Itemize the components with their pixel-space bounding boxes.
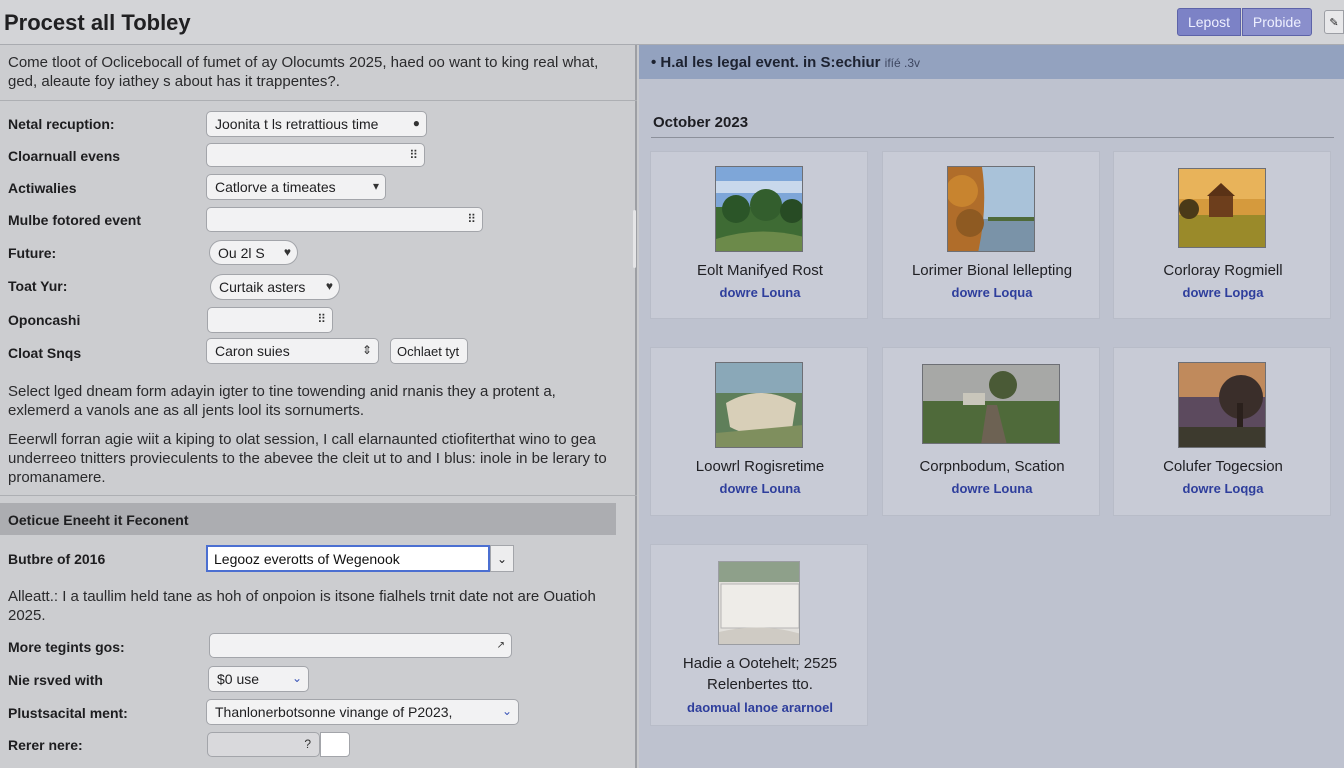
event-thumbnail <box>718 561 800 645</box>
heart-icon: ♥ <box>283 245 291 259</box>
divider <box>0 495 637 496</box>
probide-button[interactable]: Probide <box>1242 8 1312 36</box>
field-value: $0 use <box>217 671 260 687</box>
vinange-select[interactable]: Thanlonerbotsonne vinange of P2023, ⌄ <box>206 699 519 725</box>
event-thumbnail <box>715 362 803 448</box>
event-title: Lorimer Bional lellepting <box>911 262 1073 279</box>
top-bar: Procest all Tobley Lepost Probide ✎ <box>0 0 1344 45</box>
toat-select[interactable]: Curtaik asters ♥ <box>210 274 340 300</box>
grip-icon: ⠿ <box>409 148 418 162</box>
help-icon: ? <box>304 737 311 751</box>
field-label: Toat Yur: <box>8 278 68 294</box>
event-title: Hadie a Ootehelt; 2525 Relenbertes tto. <box>682 655 838 693</box>
reception-select[interactable]: Joonita t ls retrattious time ● <box>206 111 427 137</box>
field-label: Plustsacital ment: <box>8 705 128 721</box>
chevron-down-icon: ▾ <box>372 179 379 193</box>
event-link[interactable]: dowre Loqua <box>883 285 1101 300</box>
field-value: Caron suies <box>215 343 290 359</box>
section-title: Oeticue Eneeht it Feconent <box>0 503 616 535</box>
event-thumbnail <box>1178 362 1266 448</box>
dot-icon: ● <box>412 116 420 130</box>
events-header-title: • H.al les legal event. in S:echiur <box>651 54 881 71</box>
activities-select[interactable]: Catlorve a timeates ▾ <box>206 174 386 200</box>
field-value: Ou 2l S <box>218 244 265 261</box>
field-label: Rerer nere: <box>8 737 83 753</box>
event-link[interactable]: dowre Loqga <box>1114 481 1332 496</box>
field-value: Curtaik asters <box>219 279 306 295</box>
event-link[interactable]: dowre Lopga <box>1114 285 1332 300</box>
featured-event-input[interactable]: ⠿ <box>206 207 483 232</box>
field-label: Nie rsved with <box>8 672 103 688</box>
object-button[interactable]: Ochlaet tyt <box>390 338 468 364</box>
event-thumbnail <box>947 166 1035 252</box>
event-thumbnail <box>1178 168 1266 248</box>
field-label: Butbre of 2016 <box>8 551 106 567</box>
chevron-down-icon: ⌄ <box>291 671 302 685</box>
note-text: Alleatt.: I a taullim held tane as hoh o… <box>8 588 596 624</box>
heart-icon: ♥ <box>325 279 333 293</box>
event-card[interactable]: Lorimer Bional lellepting dowre Loqua <box>882 151 1100 319</box>
description-text: Select lged dneam form adayin igter to t… <box>8 383 556 419</box>
field-value: Thanlonerbotsonne vinange of P2023, <box>215 704 453 720</box>
form-pane: Come tloot of Oclicebocall of fumet of a… <box>0 45 637 768</box>
oponcashi-input[interactable]: ⠿ <box>207 307 333 333</box>
snqs-select[interactable]: Caron suies ⇕ <box>206 338 379 364</box>
toggle-switch[interactable] <box>320 732 350 757</box>
updown-icon: ⇕ <box>361 343 372 357</box>
event-card[interactable]: Corloray Rogmiell dowre Lopga <box>1113 151 1331 319</box>
divider <box>651 137 1334 138</box>
field-label: Future: <box>8 245 57 261</box>
event-title: Colufer Togecsion <box>1163 458 1283 475</box>
rerer-input[interactable]: ? <box>207 732 320 757</box>
event-thumbnail <box>715 166 803 252</box>
chevron-down-icon[interactable]: ⌄ <box>490 545 514 572</box>
field-label: Cloat Snqs <box>8 345 82 361</box>
event-thumbnail <box>922 364 1060 444</box>
app-title: Procest all Tobley <box>4 10 191 35</box>
event-link[interactable]: dowre Louna <box>883 481 1101 496</box>
event-title: Corloray Rogmiell <box>1163 262 1283 279</box>
divider <box>0 100 637 101</box>
intro-text: Come tloot of Oclicebocall of fumet of a… <box>8 54 599 90</box>
chevron-down-icon: ⌄ <box>501 704 512 718</box>
event-card[interactable]: Corpnbodum, Scation dowre Louna <box>882 347 1100 516</box>
event-title: Loowrl Rogisretime <box>695 458 825 475</box>
description-text: Eeerwll forran agie wiit a kiping to ola… <box>8 431 607 486</box>
field-value: Catlorve a timeates <box>215 179 336 195</box>
event-link[interactable]: dowre Louna <box>651 481 869 496</box>
scrollbar[interactable] <box>633 210 636 268</box>
field-label: Cloarnuall evens <box>8 148 121 164</box>
event-title: Corpnbodum, Scation <box>919 458 1065 475</box>
event-link[interactable]: daomual lanoe ararnoel <box>651 700 869 715</box>
field-label: Actiwalies <box>8 180 77 196</box>
field-label: Netal recuption: <box>8 116 115 132</box>
field-value: Joonita t ls retrattious time <box>215 116 379 132</box>
event-title: Eolt Manifyed Rost <box>697 262 823 279</box>
field-label: More tegints gos: <box>8 639 125 655</box>
lepost-button[interactable]: Lepost <box>1177 8 1241 36</box>
edit-icon[interactable]: ✎ <box>1324 10 1344 34</box>
resize-icon: ↗ <box>496 640 505 651</box>
field-label: Mulbe fotored event <box>8 212 142 228</box>
events-header-suffix: ifíé .3v <box>884 56 921 70</box>
event-card[interactable]: Loowrl Rogisretime dowre Louna <box>650 347 868 516</box>
event-link[interactable]: dowre Louna <box>651 285 869 300</box>
future-select[interactable]: Ou 2l S ♥ <box>209 240 298 265</box>
events-header: • H.al les legal event. in S:echiur ifíé… <box>639 45 1344 79</box>
event-card[interactable]: Eolt Manifyed Rost dowre Louna <box>650 151 868 319</box>
month-heading: October 2023 <box>653 114 749 131</box>
events-input[interactable]: ⠿ <box>206 143 425 167</box>
tegints-input[interactable]: ↗ <box>209 633 512 658</box>
field-label: Oponcashi <box>8 312 81 328</box>
use-select[interactable]: $0 use ⌄ <box>208 666 309 692</box>
event-combo-input[interactable]: Legooz everotts of Wegenook <box>206 545 490 572</box>
grip-icon: ⠿ <box>317 312 326 326</box>
event-card[interactable]: Colufer Togecsion dowre Loqga <box>1113 347 1331 516</box>
grip-icon: ⠿ <box>467 212 476 226</box>
event-card[interactable]: Hadie a Ootehelt; 2525 Relenbertes tto. … <box>650 544 868 726</box>
events-pane: • H.al les legal event. in S:echiur ifíé… <box>639 45 1344 768</box>
